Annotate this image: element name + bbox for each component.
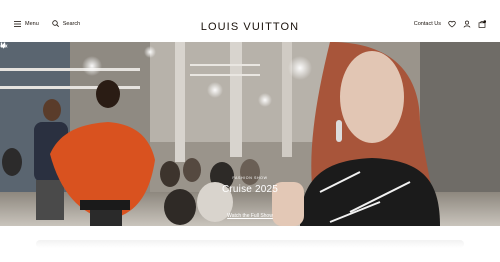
cta-wrap: Watch the Full Show [0, 204, 500, 222]
site-header: Menu Search LOUIS VUITTON Contact Us [0, 0, 500, 42]
hero-image [0, 42, 500, 226]
hero-title: Cruise 2025 [221, 184, 279, 195]
hero-eyebrow: FASHION SHOW [232, 176, 268, 180]
sound-icon[interactable] [0, 42, 8, 50]
watch-full-show-link[interactable]: Watch the Full Show [227, 213, 273, 219]
wishlist-icon[interactable] [448, 20, 456, 28]
bag-icon[interactable] [478, 20, 486, 28]
next-section-edge [36, 240, 464, 248]
hero-video[interactable]: FASHION SHOW Cruise 2025 Watch the Full … [0, 42, 500, 226]
header-right: Contact Us [414, 20, 486, 28]
contact-us-link[interactable]: Contact Us [414, 21, 441, 27]
account-icon[interactable] [463, 20, 471, 28]
